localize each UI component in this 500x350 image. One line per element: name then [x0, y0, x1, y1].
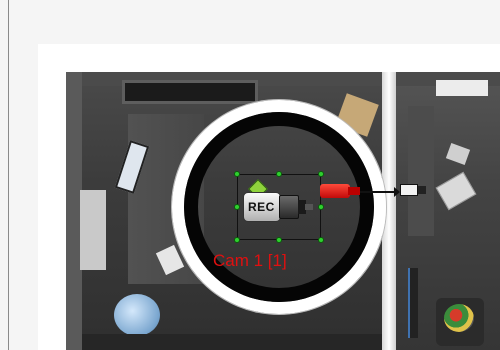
- security-camera-icon[interactable]: REC: [243, 192, 313, 222]
- food-bowl: [444, 304, 474, 332]
- wall-tv: [408, 268, 418, 338]
- water-cooler: [114, 294, 160, 336]
- camera-caption: Cam 1 [1]: [213, 251, 287, 270]
- linked-camera-lens: [418, 186, 426, 194]
- resize-handle-tl[interactable]: [234, 171, 240, 177]
- resize-handle-br[interactable]: [318, 237, 324, 243]
- resize-handle-tr[interactable]: [318, 171, 324, 177]
- light-fixture: [436, 80, 488, 96]
- bookshelf: [408, 106, 434, 236]
- wall-panel: [82, 334, 382, 350]
- direction-handle-tip: [348, 187, 360, 195]
- resize-handle-bm[interactable]: [276, 237, 282, 243]
- ceiling-lamp: [122, 80, 258, 104]
- camera-housing: REC: [243, 192, 281, 222]
- link-arrow-icon: [360, 187, 400, 197]
- linked-camera-body: [400, 184, 418, 196]
- linked-camera-icon[interactable]: [396, 180, 426, 198]
- camera-lens-housing: [279, 195, 299, 219]
- direction-handle[interactable]: [320, 184, 350, 198]
- rec-label: REC: [248, 200, 275, 214]
- resize-handle-tm[interactable]: [276, 171, 282, 177]
- shelf: [80, 190, 106, 270]
- camera-mount: [305, 204, 313, 210]
- resize-handle-bl[interactable]: [234, 237, 240, 243]
- window-border: [8, 0, 9, 350]
- resize-handle-ml[interactable]: [234, 204, 240, 210]
- resize-handle-mr[interactable]: [318, 204, 324, 210]
